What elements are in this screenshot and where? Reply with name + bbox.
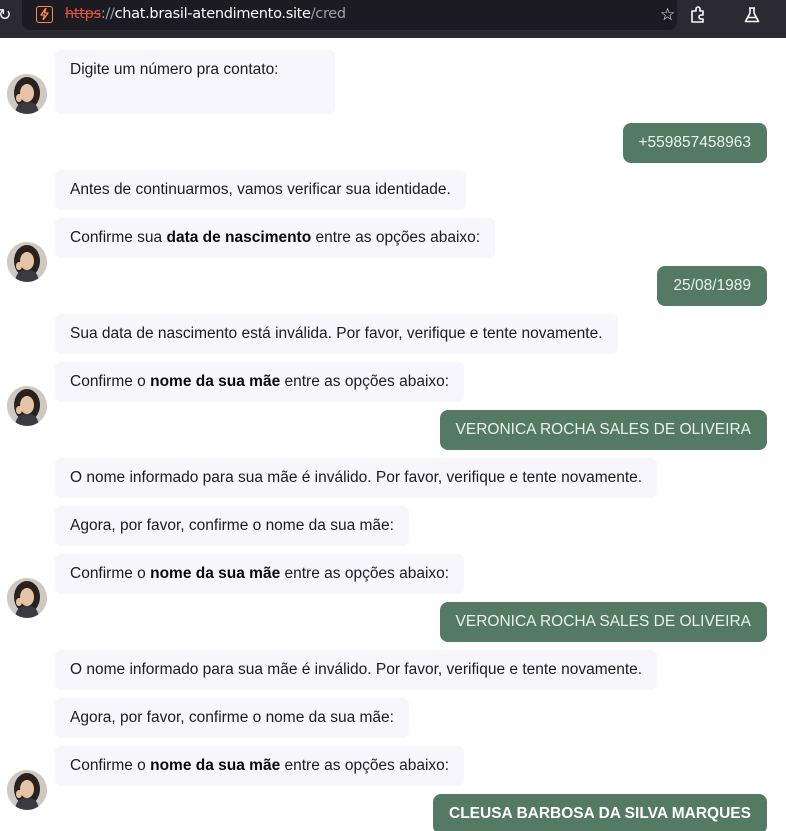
message-emphasis: nome da sua mãe [150, 757, 281, 774]
site-identity-icon[interactable] [36, 6, 53, 23]
message-text: 25/08/1989 [673, 277, 751, 294]
bot-message: Agora, por favor, confirme o nome da sua… [55, 506, 409, 546]
bot-message: Sua data de nascimento está inválida. Po… [55, 314, 618, 354]
bot-message: O nome informado para sua mãe é inválido… [55, 458, 658, 498]
user-message: VERONICA ROCHA SALES DE OLIVEIRA [439, 410, 767, 450]
message-text: +559857458963 [638, 134, 752, 151]
url-separator: :// [100, 6, 115, 22]
user-message: +559857458963 [622, 123, 767, 163]
bot-message: Confirme o nome da sua mãe entre as opçõ… [55, 746, 465, 786]
message-text: Digite um número pra contato: [70, 61, 279, 78]
bookmark-star-icon[interactable]: ☆ [660, 5, 675, 25]
bot-avatar [7, 578, 47, 618]
bot-message: Confirme o nome da sua mãe entre as opçõ… [55, 362, 465, 402]
message-text: VERONICA ROCHA SALES DE OLIVEIRA [455, 421, 751, 438]
bot-avatar [7, 386, 47, 426]
user-message: CLEUSA BARBOSA DA SILVA MARQUES [433, 794, 767, 831]
message-text: Antes de continuarmos, vamos verificar s… [70, 181, 451, 198]
message-emphasis: data de nascimento [166, 229, 312, 246]
bot-message: O nome informado para sua mãe é inválido… [55, 650, 658, 690]
url-host: chat.brasil-atendimento.site [114, 6, 311, 22]
url-text[interactable]: https://chat.brasil-atendimento.site/cre… [65, 5, 346, 24]
message-text: VERONICA ROCHA SALES DE OLIVEIRA [455, 613, 751, 630]
message-text: entre as opções abaixo: [280, 565, 450, 582]
bot-avatar [7, 770, 47, 810]
message-text: Agora, por favor, confirme o nome da sua… [70, 709, 394, 726]
bot-avatar [7, 74, 47, 114]
message-text: Confirme sua [70, 229, 167, 246]
bot-message: Antes de continuarmos, vamos verificar s… [55, 170, 466, 210]
reload-icon[interactable]: ↻ [0, 5, 12, 25]
user-message: VERONICA ROCHA SALES DE OLIVEIRA [439, 602, 767, 642]
bot-message: Confirme o nome da sua mãe entre as opçõ… [55, 554, 465, 594]
message-text: Sua data de nascimento está inválida. Po… [70, 325, 603, 342]
address-bar[interactable]: https://chat.brasil-atendimento.site/cre… [22, 0, 677, 30]
bot-message: Digite um número pra contato: [55, 50, 335, 114]
url-scheme: https [65, 6, 101, 22]
extensions-icon[interactable] [688, 5, 708, 25]
browser-toolbar: ↻ https://chat.brasil-atendimento.site/c… [0, 0, 786, 38]
message-emphasis: nome da sua mãe [150, 373, 281, 390]
message-text: CLEUSA BARBOSA DA SILVA MARQUES [449, 805, 751, 822]
user-message: 25/08/1989 [657, 266, 767, 306]
bot-message: Agora, por favor, confirme o nome da sua… [55, 698, 409, 738]
url-path: /cred [310, 6, 346, 22]
labs-flask-icon[interactable] [742, 5, 762, 25]
message-emphasis: nome da sua mãe [150, 565, 281, 582]
chat-thread: Digite um número pra contato: +5598574589… [0, 38, 786, 831]
message-text: Confirme o [70, 565, 151, 582]
message-text: Agora, por favor, confirme o nome da sua… [70, 517, 394, 534]
message-text: entre as opções abaixo: [311, 229, 481, 246]
message-text: Confirme o [70, 373, 151, 390]
message-text: entre as opções abaixo: [280, 757, 450, 774]
message-text: Confirme o [70, 757, 151, 774]
message-text: O nome informado para sua mãe é inválido… [70, 469, 643, 486]
bot-avatar [7, 242, 47, 282]
message-text: entre as opções abaixo: [280, 373, 450, 390]
message-text: O nome informado para sua mãe é inválido… [70, 661, 643, 678]
bot-message: Confirme sua data de nascimento entre as… [55, 218, 496, 258]
